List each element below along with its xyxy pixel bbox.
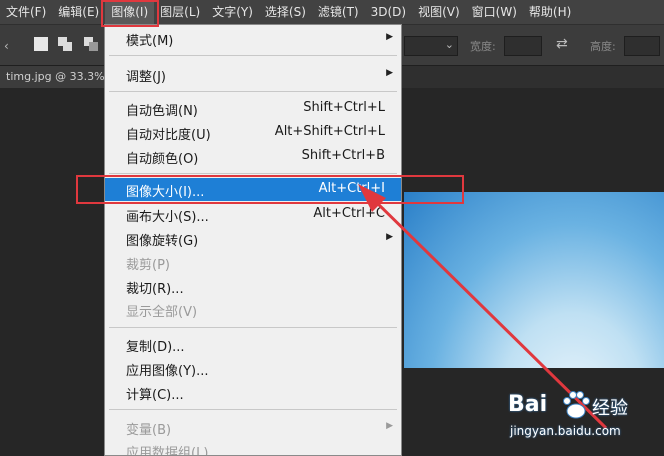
- menu-select[interactable]: 选择(S): [259, 0, 312, 24]
- menu-view[interactable]: 视图(V): [412, 0, 466, 24]
- submenu-arrow-icon: ▶: [386, 32, 393, 42]
- style-select[interactable]: ⌄: [404, 36, 458, 56]
- menu-item-apply-image[interactable]: 应用图像(Y)...: [105, 357, 401, 380]
- menu-item-crop: 裁剪(P): [126, 258, 170, 273]
- paw-icon: [563, 391, 590, 419]
- menu-item-adjustments[interactable]: 调整(J) ▶: [105, 63, 401, 86]
- width-input[interactable]: [504, 36, 542, 56]
- menu-separator: [109, 409, 397, 410]
- baidu-jingyan-watermark: Bai 经验 jingyan.baidu.com: [508, 388, 658, 448]
- annotation-box-image-menu: [101, 0, 159, 27]
- add-selection-icon[interactable]: [58, 37, 72, 51]
- menu-item-variables: 变量(B) ▶: [126, 421, 393, 438]
- menu-layer[interactable]: 图层(L): [154, 0, 206, 24]
- menu-item-calculations[interactable]: 计算(C)...: [105, 381, 401, 404]
- submenu-arrow-icon: ▶: [386, 68, 393, 78]
- menu-item-auto-color[interactable]: 自动颜色(O) Shift+Ctrl+B: [105, 145, 401, 168]
- watermark-logo: Bai: [508, 392, 548, 417]
- subtract-selection-icon[interactable]: [84, 37, 98, 51]
- menu-bar: 文件(F) 编辑(E) 图像(I) 图层(L) 文字(Y) 选择(S) 滤镜(T…: [0, 0, 664, 24]
- chevron-down-icon: ⌄: [444, 38, 454, 51]
- menu-item-mode[interactable]: 模式(M) ▶: [105, 27, 401, 50]
- menu-separator: [109, 55, 397, 56]
- menu-help[interactable]: 帮助(H): [523, 0, 577, 24]
- menu-separator: [109, 91, 397, 92]
- submenu-arrow-icon: ▶: [386, 232, 393, 242]
- canvas-image: [404, 192, 664, 368]
- width-label: 宽度:: [470, 40, 496, 53]
- menu-file[interactable]: 文件(F): [0, 0, 52, 24]
- swap-icon[interactable]: ⇄: [556, 36, 568, 52]
- submenu-arrow-icon: ▶: [386, 421, 393, 431]
- menu-item-auto-contrast[interactable]: 自动对比度(U) Alt+Shift+Ctrl+L: [105, 121, 401, 144]
- menu-item-auto-tone[interactable]: 自动色调(N) Shift+Ctrl+L: [105, 97, 401, 120]
- height-input[interactable]: [624, 36, 660, 56]
- height-label: 高度:: [590, 40, 616, 53]
- menu-item-reveal-all: 显示全部(V): [126, 305, 198, 320]
- new-selection-icon[interactable]: [34, 37, 48, 51]
- menu-window[interactable]: 窗口(W): [466, 0, 523, 24]
- menu-item-apply-data-sets: 应用数据组(L)...: [126, 446, 221, 456]
- menu-edit[interactable]: 编辑(E): [52, 0, 105, 24]
- menu-item-duplicate[interactable]: 复制(D)...: [105, 333, 401, 356]
- menu-item-canvas-size[interactable]: 画布大小(S)... Alt+Ctrl+C: [105, 203, 401, 226]
- menu-filter[interactable]: 滤镜(T): [312, 0, 365, 24]
- menu-item-trim[interactable]: 裁切(R)...: [105, 275, 401, 298]
- annotation-box-image-size: [76, 175, 464, 204]
- watermark-jingyan: 经验: [592, 398, 628, 419]
- image-menu: 模式(M) ▶ 调整(J) ▶ 自动色调(N) Shift+Ctrl+L 自动对…: [104, 24, 402, 456]
- menu-separator: [109, 327, 397, 328]
- menu-item-image-rotation[interactable]: 图像旋转(G) ▶: [105, 227, 401, 250]
- menu-3d[interactable]: 3D(D): [365, 0, 412, 24]
- menu-type[interactable]: 文字(Y): [206, 0, 259, 24]
- menu-separator: [109, 173, 397, 174]
- watermark-url: jingyan.baidu.com: [510, 424, 621, 438]
- chevron-left-icon[interactable]: ‹: [4, 39, 9, 53]
